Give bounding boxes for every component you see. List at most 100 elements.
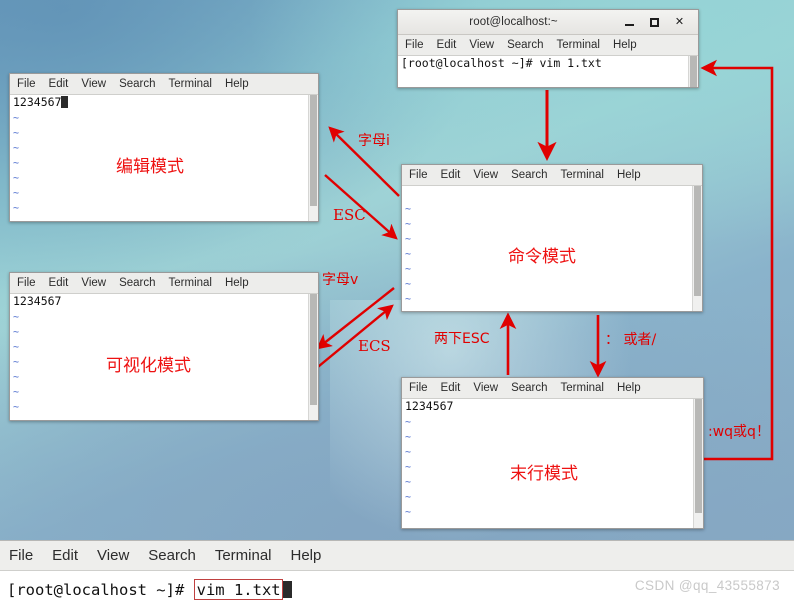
annotation-esc: ESC xyxy=(333,206,366,224)
insert-screen[interactable]: 1234567 ~ ~ ~ ~ ~ ~ ~ 编辑模式 -- INSERT -- … xyxy=(10,95,318,221)
vim-tilde: ~ xyxy=(13,357,20,368)
vim-tilde: ~ xyxy=(13,173,20,184)
vim-tilde: ~ xyxy=(405,492,412,503)
insert-menubar[interactable]: File Edit View Search Terminal Help xyxy=(10,74,318,95)
menu-search[interactable]: Search xyxy=(511,169,547,181)
shell-menubar[interactable]: File Edit View Search Terminal Help xyxy=(398,35,698,56)
menu-help[interactable]: Help xyxy=(617,382,641,394)
watermark: CSDN @qq_43555873 xyxy=(634,578,780,593)
menu-help[interactable]: Help xyxy=(617,169,641,181)
vim-tilde: ~ xyxy=(405,462,412,473)
bottom-terminal[interactable]: File Edit View Search Terminal Help [roo… xyxy=(0,540,794,609)
shell-prompt-line: [root@localhost ~]# vim 1.txt xyxy=(401,56,602,70)
menu-file[interactable]: File xyxy=(409,382,428,394)
menu-file[interactable]: File xyxy=(409,169,428,181)
vim-tilde: ~ xyxy=(405,234,412,245)
vim-tilde: ~ xyxy=(13,327,20,338)
annotation-letter-v: 字母v xyxy=(322,272,359,288)
command-scrollbar[interactable] xyxy=(692,186,702,311)
menu-terminal[interactable]: Terminal xyxy=(561,382,604,394)
lastline-menubar[interactable]: File Edit View Search Terminal Help xyxy=(402,378,703,399)
menu-search[interactable]: Search xyxy=(119,78,155,90)
vim-tilde: ~ xyxy=(13,143,20,154)
bottom-menubar[interactable]: File Edit View Search Terminal Help xyxy=(0,541,794,571)
lastline-screen[interactable]: 1234567 ~ ~ ~ ~ ~ ~ ~ 末行模式 :wq xyxy=(402,399,703,528)
insert-first-line: 1234567 xyxy=(10,95,318,110)
menu-view[interactable]: View xyxy=(81,277,106,289)
menu-edit[interactable]: Edit xyxy=(49,78,69,90)
menu-terminal[interactable]: Terminal xyxy=(557,39,600,51)
menu-file[interactable]: File xyxy=(9,547,33,564)
screenshot-root: 字母i ESC 字母v ECS 两下ESC ： 或者/ :wq或q！ root@… xyxy=(0,0,794,609)
menu-search[interactable]: Search xyxy=(148,547,196,564)
menu-view[interactable]: View xyxy=(97,547,129,564)
command-screen[interactable]: ~ ~ ~ ~ ~ ~ ~ 命令模式 "1.txt" [New File] 0,… xyxy=(402,186,702,311)
menu-edit[interactable]: Edit xyxy=(49,277,69,289)
visual-statusline: -- VISUAL -- 1,7 All xyxy=(10,405,309,420)
menu-edit[interactable]: Edit xyxy=(52,547,78,564)
text-cursor xyxy=(61,96,69,108)
menu-file[interactable]: File xyxy=(17,277,36,289)
menu-edit[interactable]: Edit xyxy=(437,39,457,51)
menu-terminal[interactable]: Terminal xyxy=(169,277,212,289)
vim-tilde: ~ xyxy=(405,477,412,488)
menu-file[interactable]: File xyxy=(17,78,36,90)
command-menubar[interactable]: File Edit View Search Terminal Help xyxy=(402,165,702,186)
close-icon[interactable]: ✕ xyxy=(673,16,686,29)
vim-tilde: ~ xyxy=(13,372,20,383)
insert-statusline: -- INSERT -- 1,8 All xyxy=(10,206,309,221)
lastline-scrollbar[interactable] xyxy=(693,399,703,528)
menu-help[interactable]: Help xyxy=(225,277,249,289)
window-visual-mode[interactable]: File Edit View Search Terminal Help 1234… xyxy=(9,272,319,421)
menu-edit[interactable]: Edit xyxy=(441,382,461,394)
vim-tilde: ~ xyxy=(13,113,20,124)
desktop-background: 字母i ESC 字母v ECS 两下ESC ： 或者/ :wq或q！ root@… xyxy=(0,0,794,540)
vim-tilde: ~ xyxy=(13,312,20,323)
annotation-ecs: ECS xyxy=(358,337,391,355)
shell-scrollbar[interactable] xyxy=(688,56,698,87)
window-insert-mode[interactable]: File Edit View Search Terminal Help 1234… xyxy=(9,73,319,222)
menu-terminal[interactable]: Terminal xyxy=(561,169,604,181)
vim-tilde: ~ xyxy=(13,387,20,398)
menu-view[interactable]: View xyxy=(81,78,106,90)
vim-tilde: ~ xyxy=(405,264,412,275)
window-lastline-mode[interactable]: File Edit View Search Terminal Help 1234… xyxy=(401,377,704,529)
annotation-colon-or-slash: ： 或者/ xyxy=(605,332,657,348)
command-mode-label: 命令模式 xyxy=(508,247,576,267)
visual-screen[interactable]: 1234567 ~ ~ ~ ~ ~ ~ ~ 可视化模式 -- VISUAL --… xyxy=(10,294,318,420)
maximize-icon[interactable] xyxy=(648,16,661,29)
bottom-command-highlight: vim 1.txt xyxy=(193,579,283,600)
command-first-line xyxy=(402,186,702,201)
menu-terminal[interactable]: Terminal xyxy=(215,547,272,564)
menu-terminal[interactable]: Terminal xyxy=(169,78,212,90)
visual-scrollbar[interactable] xyxy=(308,294,318,420)
bottom-prompt: [root@localhost ~]# xyxy=(7,581,194,599)
minimize-icon[interactable] xyxy=(623,16,636,29)
menu-view[interactable]: View xyxy=(473,382,498,394)
window-command-mode[interactable]: File Edit View Search Terminal Help ~ ~ … xyxy=(401,164,703,312)
vim-tilde: ~ xyxy=(13,128,20,139)
visual-menubar[interactable]: File Edit View Search Terminal Help xyxy=(10,273,318,294)
menu-help[interactable]: Help xyxy=(291,547,322,564)
vim-tilde: ~ xyxy=(13,188,20,199)
menu-search[interactable]: Search xyxy=(511,382,547,394)
lastline-first-line: 1234567 xyxy=(405,399,454,413)
shell-title: root@localhost:~ xyxy=(469,16,558,28)
text-cursor xyxy=(282,581,292,598)
menu-edit[interactable]: Edit xyxy=(441,169,461,181)
annotation-letter-i: 字母i xyxy=(358,133,390,149)
menu-search[interactable]: Search xyxy=(507,39,543,51)
shell-screen[interactable]: [root@localhost ~]# vim 1.txt xyxy=(398,56,698,87)
menu-help[interactable]: Help xyxy=(225,78,249,90)
menu-view[interactable]: View xyxy=(469,39,494,51)
vim-tilde: ~ xyxy=(405,204,412,215)
menu-search[interactable]: Search xyxy=(119,277,155,289)
menu-file[interactable]: File xyxy=(405,39,424,51)
annotation-wq-or-q: :wq或q！ xyxy=(708,424,770,440)
menu-help[interactable]: Help xyxy=(613,39,637,51)
vim-tilde: ~ xyxy=(405,279,412,290)
shell-titlebar[interactable]: root@localhost:~ ✕ xyxy=(398,10,698,35)
insert-scrollbar[interactable] xyxy=(308,95,318,221)
menu-view[interactable]: View xyxy=(473,169,498,181)
window-shell[interactable]: root@localhost:~ ✕ File Edit View Search… xyxy=(397,9,699,88)
